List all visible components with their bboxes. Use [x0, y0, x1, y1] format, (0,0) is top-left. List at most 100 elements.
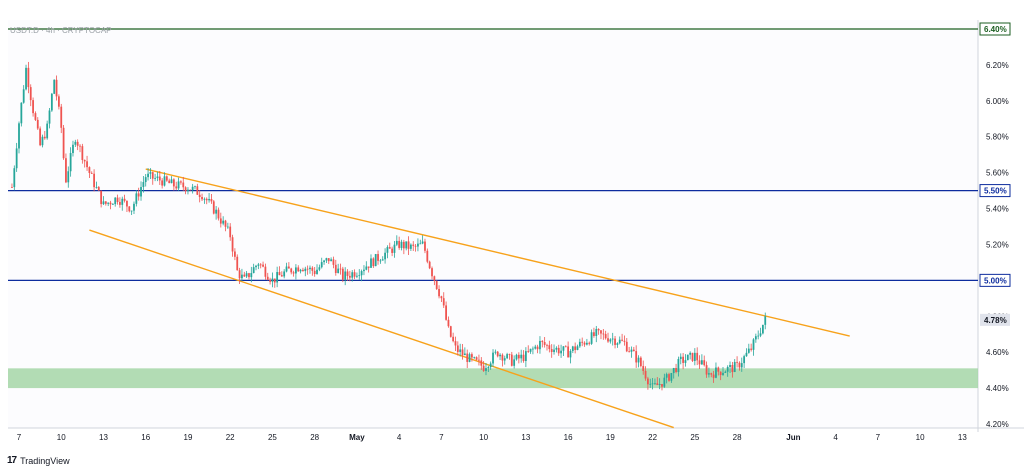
- x-tick-label: 10: [57, 433, 66, 442]
- candle-body: [426, 250, 429, 262]
- candle-body: [264, 266, 267, 277]
- x-tick-label: 25: [690, 433, 699, 442]
- candle-body: [581, 341, 584, 343]
- candle-body: [196, 186, 199, 195]
- candle-body: [60, 106, 63, 128]
- candle-body: [604, 334, 607, 339]
- candle-body: [607, 338, 609, 342]
- candle-body: [731, 365, 734, 372]
- candle-body: [527, 351, 530, 352]
- candle-body: [306, 268, 309, 270]
- candle-body: [672, 368, 675, 374]
- candle-body: [39, 128, 42, 146]
- candle-body: [330, 259, 333, 262]
- candle-body: [341, 268, 344, 280]
- candle-body: [658, 384, 661, 385]
- candle-body: [562, 346, 565, 351]
- candle-body: [62, 127, 65, 159]
- candle-body: [133, 203, 135, 211]
- x-tick-label: 22: [648, 433, 657, 442]
- candle-body: [635, 351, 638, 363]
- candle-body: [121, 198, 124, 205]
- candle-body: [628, 351, 631, 353]
- candle-body: [571, 346, 574, 352]
- candle-body: [245, 273, 248, 277]
- candle-body: [550, 349, 553, 353]
- candle-body: [585, 342, 588, 345]
- candle-body: [433, 276, 436, 281]
- candle-body: [257, 264, 260, 266]
- candle-body: [597, 328, 600, 331]
- candle-body: [182, 182, 185, 188]
- candle-body: [184, 187, 187, 192]
- candle-body: [53, 79, 56, 94]
- candle-body: [119, 201, 121, 205]
- candle-body: [358, 275, 361, 277]
- candle-body: [522, 354, 525, 362]
- candle-body: [639, 357, 642, 367]
- candle-body: [630, 349, 633, 352]
- y-tick-label: 5.60%: [986, 169, 1009, 178]
- candle-body: [311, 267, 314, 271]
- candle-body: [205, 198, 208, 201]
- candle-body: [388, 247, 391, 249]
- tradingview-brand[interactable]: 17 TradingView: [7, 455, 70, 466]
- candle-body: [381, 259, 384, 261]
- candle-body: [590, 332, 593, 344]
- candle-body: [402, 241, 405, 249]
- candle-body: [236, 256, 239, 271]
- candle-body: [703, 360, 706, 366]
- price-chart[interactable]: 6.20%6.00%5.80%5.60%5.40%5.20%4.80%4.60%…: [0, 0, 1024, 472]
- candle-body: [513, 359, 516, 366]
- candle-body: [46, 123, 49, 139]
- x-tick-label: 19: [606, 433, 615, 442]
- candle-body: [539, 340, 541, 350]
- candle-body: [679, 356, 682, 359]
- candle-body: [588, 342, 591, 344]
- candle-body: [109, 202, 112, 205]
- candle-body: [747, 348, 750, 353]
- candle-body: [438, 288, 440, 297]
- candle-body: [459, 349, 462, 352]
- candle-body: [379, 260, 382, 262]
- candle-body: [233, 251, 236, 257]
- candle-body: [339, 268, 342, 270]
- candle-body: [104, 201, 107, 204]
- candle-body: [276, 272, 279, 283]
- candle-body: [20, 102, 23, 124]
- candle-body: [241, 274, 243, 279]
- level-tag-label: 5.50%: [984, 187, 1007, 196]
- candle-body: [126, 200, 128, 207]
- candle-body: [656, 383, 659, 385]
- candle-body: [508, 354, 511, 355]
- candle-body: [175, 186, 178, 189]
- candle-body: [750, 348, 753, 350]
- candle-body: [405, 241, 408, 249]
- candle-body: [395, 240, 398, 245]
- candle-body: [414, 245, 417, 247]
- candle-body: [323, 260, 325, 263]
- candle-body: [611, 338, 614, 340]
- candle-body: [541, 340, 544, 343]
- candle-body: [726, 367, 729, 372]
- candle-body: [203, 198, 206, 200]
- candle-body: [372, 258, 375, 267]
- candle-body: [602, 333, 605, 335]
- candle-body: [708, 373, 710, 375]
- candle-body: [231, 237, 234, 252]
- candle-body: [452, 336, 455, 342]
- candle-body: [149, 172, 152, 174]
- candle-body: [269, 279, 271, 282]
- candle-body: [187, 189, 189, 192]
- candle-body: [287, 266, 290, 269]
- candle-body: [208, 198, 210, 201]
- candle-body: [543, 342, 546, 345]
- candle-body: [365, 266, 368, 270]
- candle-body: [367, 266, 370, 268]
- candle-body: [337, 268, 340, 274]
- y-tick-label: 4.20%: [986, 420, 1009, 429]
- candle-body: [644, 370, 647, 379]
- candle-body: [86, 161, 88, 168]
- candle-body: [724, 371, 727, 373]
- candle-body: [316, 269, 318, 275]
